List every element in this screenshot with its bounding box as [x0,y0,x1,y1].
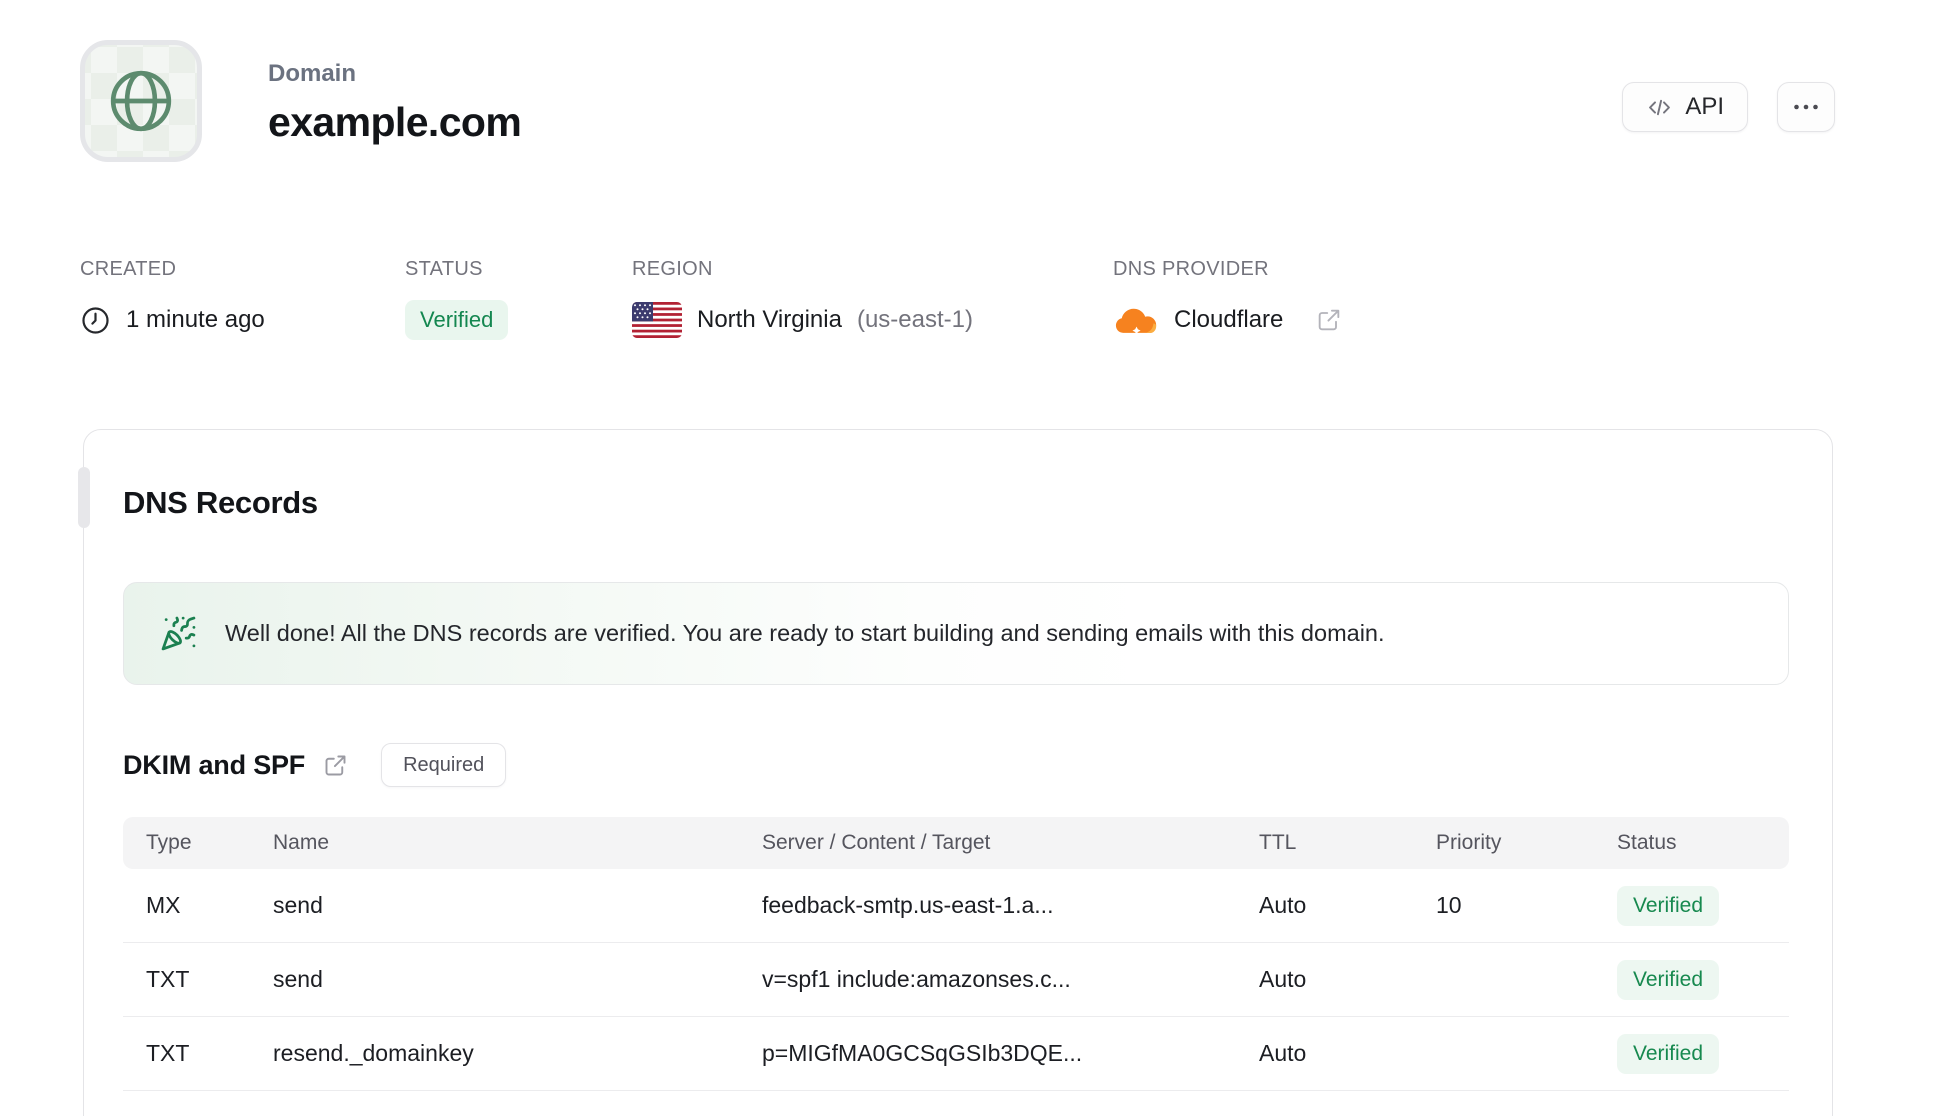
dkim-spf-section: DKIM and SPF Required [123,743,1789,787]
cell-value: feedback-smtp.us-east-1.a... [762,892,1054,918]
status-badge: Verified [405,300,509,340]
more-button[interactable] [1777,82,1835,132]
title-block: Domain example.com [268,40,522,146]
cell-priority: 10 [1436,892,1462,918]
globe-icon [110,70,172,132]
header-actions: API [1622,82,1835,132]
meta-dns-provider: DNS PROVIDER Cloudflare [1113,258,1343,339]
domain-avatar [80,40,202,162]
cell-name: resend._domainkey [273,1040,474,1066]
cell-type: MX [146,892,181,918]
col-name: Name [273,831,330,854]
table-row: TXT resend._domainkey p=MIGfMA0GCSqGSIb3… [123,1017,1789,1091]
banner-message: Well done! All the DNS records are verif… [225,620,1385,646]
domain-meta: CREATED 1 minute ago STATUS Verified REG… [80,258,1835,340]
meta-region: REGION North Virginia (us-east-1) [632,258,1113,339]
dns-records-table: Type Name Server / Content / Target TTL … [123,817,1789,1091]
dns-provider-label: DNS PROVIDER [1113,258,1269,280]
cloudflare-icon [1115,308,1157,335]
col-status: Status [1617,831,1677,854]
status-badge: Verified [1617,885,1720,926]
dns-provider-value: Cloudflare [1174,306,1284,333]
external-link-icon [325,755,346,775]
col-priority: Priority [1436,831,1502,854]
status-label: STATUS [405,258,483,280]
dkim-spf-external-link[interactable] [322,752,349,779]
api-button[interactable]: API [1622,82,1748,132]
col-type: Type [146,831,192,854]
dns-provider-external-link[interactable] [1315,306,1343,334]
cell-value: v=spf1 include:amazonses.c... [762,966,1071,992]
table-row: MX send feedback-smtp.us-east-1.a... Aut… [123,869,1789,943]
code-icon [1649,99,1671,115]
cell-ttl: Auto [1259,1040,1307,1066]
us-flag-icon [632,302,682,338]
table-header: Type Name Server / Content / Target TTL … [123,817,1789,869]
meta-status: STATUS Verified [405,258,632,340]
table-row: TXT send v=spf1 include:amazonses.c... A… [123,943,1789,1017]
cell-name: send [273,966,323,992]
api-button-label: API [1685,93,1724,120]
required-badge: Required [381,743,507,787]
region-name: North Virginia [697,306,842,333]
cell-ttl: Auto [1259,892,1307,918]
cell-type: TXT [146,966,190,992]
section-title: DKIM and SPF [123,749,306,780]
page-header: Domain example.com API [80,0,1835,162]
dns-records-card: DNS Records Well done! All the DNS recor… [78,429,1833,1116]
page-title: example.com [268,99,522,145]
status-badge: Verified [1617,1033,1720,1074]
card-title: DNS Records [123,485,318,520]
cell-ttl: Auto [1259,966,1307,992]
created-value: 1 minute ago [126,306,265,333]
cell-name: send [273,892,323,918]
created-label: CREATED [80,258,177,280]
cell-type: TXT [146,1040,190,1066]
external-link-icon [1319,309,1340,331]
col-value: Server / Content / Target [762,831,991,854]
ellipsis-icon [1794,104,1818,110]
page-eyebrow: Domain [268,60,357,87]
party-popper-icon [161,616,196,651]
status-badge: Verified [1617,959,1720,1000]
region-label: REGION [632,258,713,280]
col-ttl: TTL [1259,831,1297,854]
card-accent-pill [78,467,90,528]
region-code: (us-east-1) [856,306,973,333]
success-banner: Well done! All the DNS records are verif… [123,582,1789,685]
meta-created: CREATED 1 minute ago [80,258,405,339]
domain-page: Domain example.com API CREATED 1 minute … [78,0,1835,1116]
clock-icon [82,306,109,334]
cell-value: p=MIGfMA0GCSqGSIb3DQE... [762,1040,1083,1066]
